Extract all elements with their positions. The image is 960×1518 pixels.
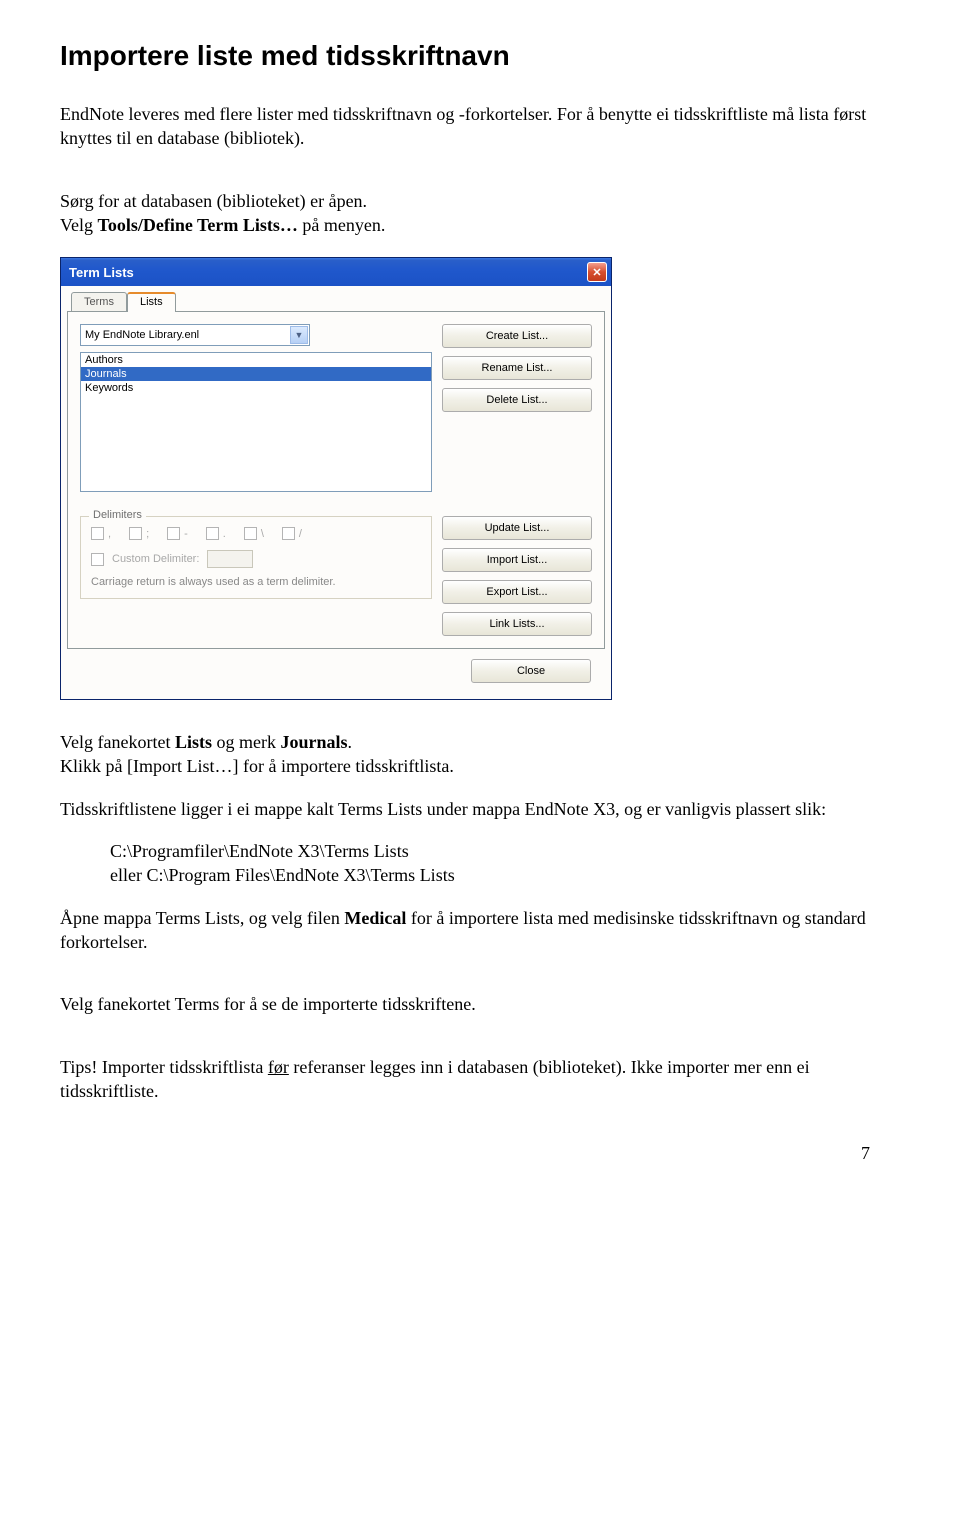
tab-name: Lists <box>175 732 212 752</box>
checkbox-icon[interactable] <box>206 527 219 540</box>
text: Sørg for at databasen (biblioteket) er å… <box>60 191 367 211</box>
dialog-footer: Close <box>67 649 605 689</box>
library-select[interactable]: My EndNote Library.enl ▼ <box>80 324 310 346</box>
custom-delimiter-row: Custom Delimiter: <box>91 550 421 568</box>
text: Åpne mappa Terms Lists, og velg filen <box>60 908 344 928</box>
checkbox-icon[interactable] <box>91 527 104 540</box>
paths-block: C:\Programfiler\EndNote X3\Terms Lists e… <box>110 839 900 888</box>
checkbox-icon[interactable] <box>167 527 180 540</box>
text: Velg <box>60 215 98 235</box>
checkbox-icon[interactable] <box>129 527 142 540</box>
delim-dash[interactable]: - <box>167 527 188 540</box>
tab-bar: Terms Lists <box>67 292 605 312</box>
text: Tips! Importer tidsskriftlista <box>60 1057 268 1077</box>
paragraph-intro: EndNote leveres med flere lister med tid… <box>60 102 900 151</box>
term-lists-dialog: Term Lists ✕ Terms Lists My EndNote Libr… <box>60 257 612 700</box>
list-item-journals[interactable]: Journals <box>81 367 431 381</box>
custom-delimiter-input[interactable] <box>207 550 253 568</box>
custom-delimiter-label: Custom Delimiter: <box>112 553 199 565</box>
term-lists-listbox[interactable]: Authors Journals Keywords <box>80 352 432 492</box>
emphasis-before: før <box>268 1057 289 1077</box>
export-list-button[interactable]: Export List... <box>442 580 592 604</box>
delimiter-note: Carriage return is always used as a term… <box>91 576 421 588</box>
text: på menyen. <box>298 215 385 235</box>
update-list-button[interactable]: Update List... <box>442 516 592 540</box>
paragraph-select-lists: Velg fanekortet Lists og merk Journals. … <box>60 730 900 779</box>
paragraph-terms-tab: Velg fanekortet Terms for å se de import… <box>60 992 900 1016</box>
filename-medical: Medical <box>344 908 406 928</box>
text: Klikk på [Import List…] for å importere … <box>60 756 454 776</box>
list-item-keywords[interactable]: Keywords <box>81 381 431 395</box>
path-2: eller C:\Program Files\EndNote X3\Terms … <box>110 865 455 885</box>
text: . <box>347 732 352 752</box>
delim-backslash[interactable]: \ <box>244 527 264 540</box>
tab-lists[interactable]: Lists <box>127 292 176 312</box>
paragraph-tip: Tips! Importer tidsskriftlista før refer… <box>60 1055 900 1104</box>
paragraph-open-folder: Åpne mappa Terms Lists, og velg filen Me… <box>60 906 900 955</box>
checkbox-icon[interactable] <box>282 527 295 540</box>
list-name: Journals <box>280 732 347 752</box>
library-select-value: My EndNote Library.enl <box>85 329 199 341</box>
chevron-down-icon[interactable]: ▼ <box>290 326 308 344</box>
document-page: Importere liste med tidsskriftnavn EndNo… <box>0 0 960 1204</box>
checkbox-icon[interactable] <box>91 553 104 566</box>
create-list-button[interactable]: Create List... <box>442 324 592 348</box>
dialog-title: Term Lists <box>69 265 587 280</box>
tab-panel-lists: My EndNote Library.enl ▼ Authors Journal… <box>67 311 605 649</box>
path-1: C:\Programfiler\EndNote X3\Terms Lists <box>110 841 409 861</box>
delimiters-label: Delimiters <box>89 509 146 521</box>
delim-comma[interactable]: , <box>91 527 111 540</box>
close-icon[interactable]: ✕ <box>587 262 607 282</box>
list-item-authors[interactable]: Authors <box>81 353 431 367</box>
delimiter-checks: , ; - . \ / <box>91 527 421 540</box>
rename-list-button[interactable]: Rename List... <box>442 356 592 380</box>
menu-path: Tools/Define Term Lists… <box>98 215 298 235</box>
paragraph-open-db: Sørg for at databasen (biblioteket) er å… <box>60 189 900 238</box>
text: Velg fanekortet <box>60 732 175 752</box>
text: og merk <box>212 732 280 752</box>
link-lists-button[interactable]: Link Lists... <box>442 612 592 636</box>
delete-list-button[interactable]: Delete List... <box>442 388 592 412</box>
checkbox-icon[interactable] <box>244 527 257 540</box>
dialog-titlebar[interactable]: Term Lists ✕ <box>61 258 611 286</box>
page-title: Importere liste med tidsskriftnavn <box>60 40 900 72</box>
page-number: 7 <box>60 1143 900 1164</box>
delimiters-fieldset: Delimiters , ; - . \ / Cus <box>80 516 432 599</box>
paragraph-folder: Tidsskriftlistene ligger i ei mappe kalt… <box>60 797 900 821</box>
delim-semicolon[interactable]: ; <box>129 527 149 540</box>
close-button[interactable]: Close <box>471 659 591 683</box>
import-list-button[interactable]: Import List... <box>442 548 592 572</box>
delim-slash[interactable]: / <box>282 527 302 540</box>
tab-terms[interactable]: Terms <box>71 292 127 312</box>
dialog-body: Terms Lists My EndNote Library.enl ▼ Aut… <box>61 286 611 699</box>
delim-dot[interactable]: . <box>206 527 226 540</box>
